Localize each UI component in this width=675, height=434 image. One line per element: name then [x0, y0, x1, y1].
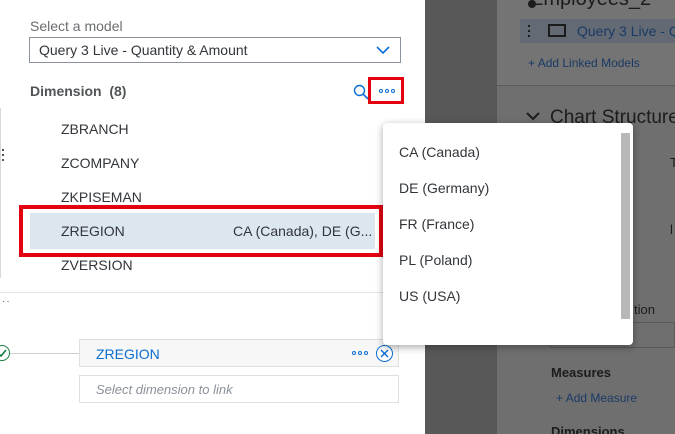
dimensions-heading: Dimensions: [551, 424, 625, 434]
popup-item-fr[interactable]: FR (France): [399, 216, 474, 232]
more-options-button[interactable]: [368, 77, 404, 104]
dimension-item-zcompany[interactable]: ZCOMPANY: [61, 155, 139, 171]
dimension-count: (8): [109, 83, 127, 99]
model-select-value: Query 3 Live - Quantity & Amount: [39, 42, 248, 58]
dimension-item-zregion[interactable]: ZREGION CA (Canada), DE (G...: [30, 213, 375, 249]
dimension-item-zbranch[interactable]: ZBRANCH: [61, 121, 129, 137]
dimension-item-values: CA (Canada), DE (G...: [233, 223, 373, 239]
search-icon[interactable]: [353, 84, 369, 100]
partial-label: tion: [634, 302, 655, 317]
resize-handle-icon[interactable]: ··: [2, 296, 11, 307]
builder-title: Employees_2: [530, 0, 651, 11]
dimension-item-zkpiseman[interactable]: ZKPISEMAN: [61, 189, 142, 205]
remove-link-button[interactable]: [376, 345, 393, 362]
more-icon[interactable]: [352, 351, 368, 355]
add-measure-link[interactable]: + Add Measure: [556, 391, 637, 405]
link-dimension-input-wrapper: [79, 375, 399, 403]
more-icon: [379, 89, 395, 93]
popup-item-ca[interactable]: CA (Canada): [399, 144, 480, 160]
add-linked-models-link[interactable]: + Add Linked Models: [528, 56, 640, 70]
link-dimension-input[interactable]: [80, 376, 398, 402]
dimension-header: Dimension (8): [30, 83, 126, 99]
linked-query-label: Query 3 Live - Q: [577, 23, 675, 39]
link-dimensions-panel: Select a model Query 3 Live - Quantity &…: [0, 0, 425, 434]
chevron-down-icon: [376, 46, 390, 55]
select-model-label: Select a model: [30, 18, 123, 34]
popup-item-de[interactable]: DE (Germany): [399, 180, 489, 196]
drag-handle-icon: [528, 25, 531, 40]
popup-item-us[interactable]: US (USA): [399, 288, 460, 304]
linked-dimension-name: ZREGION: [96, 346, 160, 362]
add-linked-models-label: Add Linked Models: [537, 56, 640, 70]
link-connector: [10, 353, 79, 354]
partial-label-t: T: [670, 155, 675, 170]
popup-scrollbar[interactable]: [621, 133, 630, 319]
popup-item-pl[interactable]: PL (Poland): [399, 252, 472, 268]
table-icon: [548, 24, 566, 37]
add-measure-label: Add Measure: [565, 391, 638, 405]
dimension-item-name: ZREGION: [61, 223, 125, 239]
section-divider: [0, 292, 413, 293]
dimension-header-label: Dimension: [30, 83, 102, 99]
check-icon: [0, 345, 10, 361]
dimension-values-popover: CA (Canada) DE (Germany) FR (France) PL …: [383, 123, 633, 345]
linked-dimension-token[interactable]: ZREGION: [79, 339, 399, 367]
linked-query-item[interactable]: Query 3 Live - Q: [520, 19, 675, 43]
drag-handle-icon[interactable]: [2, 149, 5, 164]
measures-heading: Measures: [551, 365, 611, 380]
panel-left-border: [0, 108, 1, 278]
partial-label-l: l: [670, 222, 673, 237]
dimension-item-zversion[interactable]: ZVERSION: [61, 257, 133, 273]
model-select[interactable]: Query 3 Live - Quantity & Amount: [29, 37, 401, 63]
chevron-down-icon[interactable]: [526, 111, 540, 121]
builder-separator: [497, 85, 675, 86]
